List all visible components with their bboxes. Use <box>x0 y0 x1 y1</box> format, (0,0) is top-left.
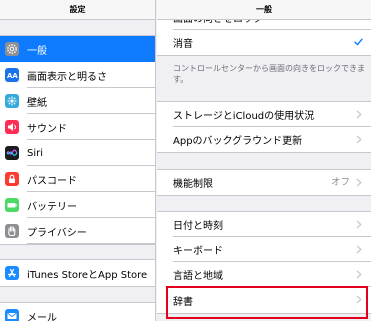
sidebar-item-mail[interactable]: メール <box>0 303 155 321</box>
sidebar-item-label: プライバシー <box>27 227 87 239</box>
sidebar-item-label: バッテリー <box>27 201 77 213</box>
siri-icon <box>5 146 19 160</box>
sidebar-title: 設定 <box>0 0 155 20</box>
storage-icloud-usage[interactable]: ストレージとiCloudの使用状況 <box>157 102 371 127</box>
chevron-right-icon <box>356 220 362 229</box>
brightness-icon: AA <box>5 68 19 82</box>
language-region[interactable]: 言語と地域 <box>157 262 371 287</box>
sidebar-item-wallpaper[interactable]: 壁紙 <box>0 88 155 114</box>
hand-icon <box>5 224 19 238</box>
row-label: 日付と時刻 <box>173 221 223 232</box>
wallpaper-icon <box>5 94 19 108</box>
sidebar-item-label: メール <box>27 312 57 321</box>
dictionary-highlight-box <box>166 286 368 319</box>
mail-icon <box>5 309 19 321</box>
detail-pane: 一般 画面の向きをロック 消音 コントロールセンターから画面の向きをロックできま… <box>157 0 371 321</box>
restrictions-value: オフ <box>330 177 350 188</box>
sidebar-item-label: 画面表示と明るさ <box>27 71 107 83</box>
restrictions-group: 機能制限 オフ <box>157 169 371 196</box>
row-label: ストレージとiCloudの使用状況 <box>173 111 315 122</box>
row-label: Appのバックグラウンド更新 <box>173 136 303 147</box>
chevron-right-icon <box>356 245 362 254</box>
chevron-right-icon <box>356 270 362 279</box>
checkmark-icon <box>354 38 363 46</box>
settings-window: 設定 一般 AA 画面表示と明るさ 壁紙 サウンド Siri パスコード バッテ… <box>0 0 371 321</box>
chevron-right-icon <box>356 110 362 119</box>
restrictions[interactable]: 機能制限 オフ <box>157 170 371 195</box>
app-store-icon <box>5 266 19 280</box>
gear-icon <box>5 42 19 56</box>
sidebar-item-label: サウンド <box>27 123 67 135</box>
sidebar-item-label: 一般 <box>27 45 47 57</box>
sidebar-item-general[interactable]: 一般 <box>0 36 155 62</box>
row-label: 機能制限 <box>173 179 213 190</box>
sidebar-item-label: 壁紙 <box>27 97 47 109</box>
row-label: 言語と地域 <box>173 271 223 282</box>
sidebar-group-mail: メール <box>0 302 155 321</box>
sound-icon <box>5 120 19 134</box>
sidebar-item-siri[interactable]: Siri <box>0 140 155 166</box>
storage-group: ストレージとiCloudの使用状況 Appのバックグラウンド更新 <box>157 101 371 153</box>
svg-text:AA: AA <box>7 72 18 80</box>
sidebar-item-display[interactable]: AA 画面表示と明るさ <box>0 62 155 88</box>
option-label: 消音 <box>173 39 193 50</box>
sidebar-item-sounds[interactable]: サウンド <box>0 114 155 140</box>
keyboard[interactable]: キーボード <box>157 237 371 262</box>
orientation-footnote: コントロールセンターから画面の向きをロックできます。 <box>173 64 365 84</box>
detail-title: 一般 <box>157 0 371 20</box>
sidebar-group-store: iTunes StoreとApp Store <box>0 259 155 287</box>
date-time[interactable]: 日付と時刻 <box>157 212 371 237</box>
row-label: キーボード <box>173 246 223 257</box>
sidebar-item-label: iTunes StoreとApp Store <box>27 269 148 281</box>
sidebar-item-itunes-app-store[interactable]: iTunes StoreとApp Store <box>0 260 155 286</box>
row-divider <box>27 243 155 244</box>
sidebar-item-battery[interactable]: バッテリー <box>0 192 155 218</box>
sidebar-item-passcode[interactable]: パスコード <box>0 166 155 192</box>
sidebar-group-main: 一般 AA 画面表示と明るさ 壁紙 サウンド Siri パスコード バッテリー … <box>0 35 155 245</box>
battery-icon <box>5 198 19 212</box>
sidebar: 設定 一般 AA 画面表示と明るさ 壁紙 サウンド Siri パスコード バッテ… <box>0 0 156 321</box>
sidebar-item-label: パスコード <box>27 175 77 187</box>
sidebar-item-privacy[interactable]: プライバシー <box>0 218 155 244</box>
sidebar-item-label: Siri <box>27 147 44 159</box>
option-mute[interactable]: 消音 <box>157 30 371 55</box>
chevron-right-icon <box>356 178 362 187</box>
background-app-refresh[interactable]: Appのバックグラウンド更新 <box>157 127 371 152</box>
chevron-right-icon <box>356 135 362 144</box>
lock-icon <box>5 172 19 186</box>
